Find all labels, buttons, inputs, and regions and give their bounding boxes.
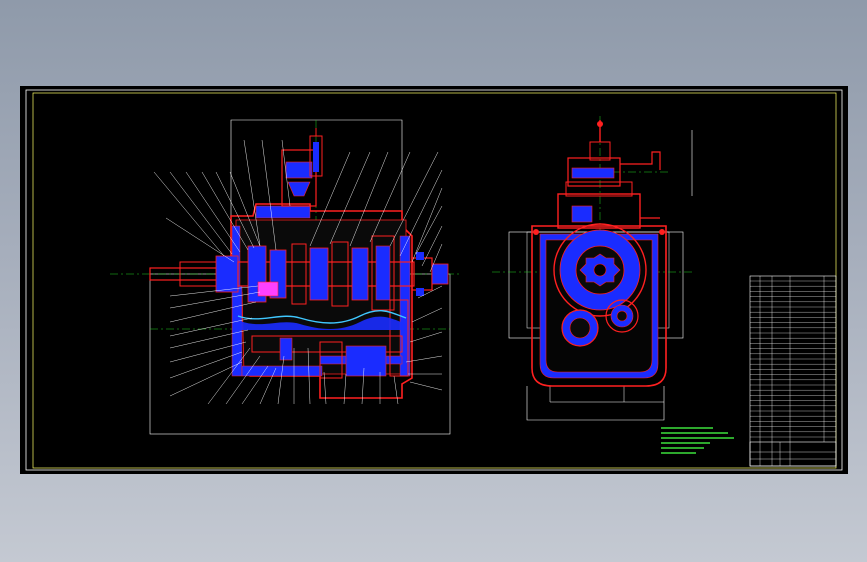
title-block [749, 275, 837, 467]
end-section-view [492, 116, 693, 421]
cad-drawing-canvas [20, 86, 848, 474]
longitudinal-section-view [110, 119, 460, 435]
technical-notes [661, 427, 734, 454]
large-gear [553, 223, 647, 317]
